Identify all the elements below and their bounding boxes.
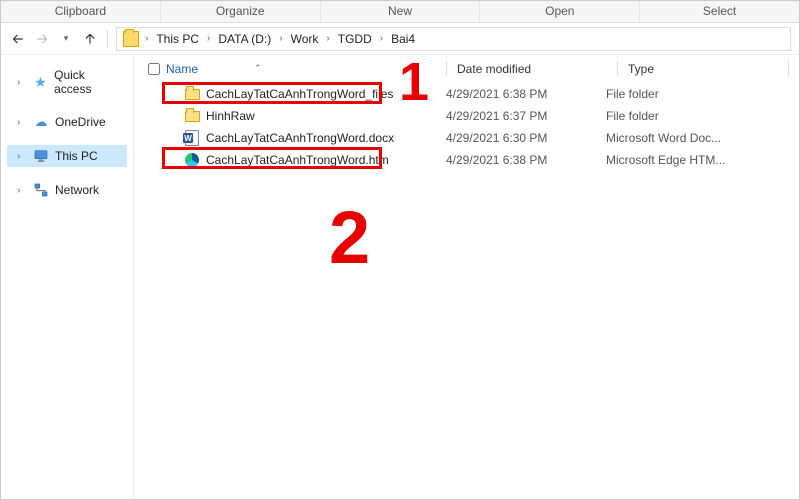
address-bar[interactable]: › This PC › DATA (D:) › Work › TGDD › Ba… <box>116 27 791 51</box>
annotation-number-2: 2 <box>329 195 370 280</box>
network-icon <box>33 182 49 198</box>
select-all-checkbox[interactable] <box>142 63 166 75</box>
column-divider[interactable] <box>788 61 789 77</box>
column-header-type[interactable]: Type <box>628 62 788 76</box>
folder-icon <box>184 86 200 102</box>
breadcrumb-data-d[interactable]: DATA (D:) <box>216 32 273 46</box>
ribbon-tabs: Clipboard Organize New Open Select <box>1 1 799 23</box>
monitor-icon <box>33 148 49 164</box>
file-name: CachLayTatCaAnhTrongWord_files <box>206 87 393 101</box>
column-divider[interactable] <box>446 61 447 77</box>
ribbon-tab-open[interactable]: Open <box>480 1 640 22</box>
sidebar-item-onedrive[interactable]: › ☁ OneDrive <box>7 111 127 133</box>
breadcrumb-work[interactable]: Work <box>289 32 321 46</box>
word-doc-icon <box>184 130 200 146</box>
sidebar-item-label: OneDrive <box>55 115 106 129</box>
chevron-right-icon: › <box>17 77 27 88</box>
file-type: Microsoft Edge HTM... <box>606 153 766 167</box>
file-row[interactable]: CachLayTatCaAnhTrongWord.htm 4/29/2021 6… <box>134 149 799 171</box>
breadcrumb-this-pc[interactable]: This PC <box>154 32 201 46</box>
column-header-date[interactable]: Date modified <box>457 62 617 76</box>
column-header-name[interactable]: Name ⌃ <box>166 62 446 76</box>
ribbon-tab-select[interactable]: Select <box>640 1 799 22</box>
file-name: HinhRaw <box>206 109 255 123</box>
navigation-pane: › ★ Quick access › ☁ OneDrive › This PC … <box>1 55 134 499</box>
sidebar-item-label: Quick access <box>54 68 123 96</box>
divider <box>107 30 108 48</box>
sidebar-item-this-pc[interactable]: › This PC <box>7 145 127 167</box>
up-button[interactable] <box>81 30 99 48</box>
chevron-right-icon: › <box>17 117 27 128</box>
chevron-right-icon[interactable]: › <box>277 33 284 44</box>
file-type: Microsoft Word Doc... <box>606 131 766 145</box>
ribbon-tab-organize[interactable]: Organize <box>161 1 321 22</box>
chevron-right-icon[interactable]: › <box>205 33 212 44</box>
file-date: 4/29/2021 6:37 PM <box>446 109 606 123</box>
file-name: CachLayTatCaAnhTrongWord.docx <box>206 131 394 145</box>
cloud-icon: ☁ <box>33 114 49 130</box>
forward-button[interactable] <box>33 30 51 48</box>
chevron-right-icon: › <box>17 185 27 196</box>
chevron-right-icon[interactable]: › <box>324 33 331 44</box>
file-date: 4/29/2021 6:38 PM <box>446 153 606 167</box>
file-type: File folder <box>606 87 766 101</box>
recent-locations-dropdown[interactable]: ▾ <box>57 30 75 48</box>
star-icon: ★ <box>33 74 48 90</box>
file-row[interactable]: HinhRaw 4/29/2021 6:37 PM File folder <box>134 105 799 127</box>
column-divider[interactable] <box>617 61 618 77</box>
sort-indicator-icon: ⌃ <box>254 63 262 74</box>
sidebar-item-label: Network <box>55 183 99 197</box>
file-date: 4/29/2021 6:30 PM <box>446 131 606 145</box>
file-date: 4/29/2021 6:38 PM <box>446 87 606 101</box>
ribbon-tab-clipboard[interactable]: Clipboard <box>1 1 161 22</box>
file-list-pane: Name ⌃ Date modified Type CachLayTatCaAn… <box>134 55 799 499</box>
file-type: File folder <box>606 109 766 123</box>
column-headers: Name ⌃ Date modified Type <box>134 55 799 83</box>
chevron-right-icon: › <box>17 151 27 162</box>
file-row[interactable]: CachLayTatCaAnhTrongWord_files 4/29/2021… <box>134 83 799 105</box>
navigation-bar: ▾ › This PC › DATA (D:) › Work › TGDD › … <box>1 23 799 55</box>
folder-icon <box>123 31 139 47</box>
sidebar-item-network[interactable]: › Network <box>7 179 127 201</box>
file-name: CachLayTatCaAnhTrongWord.htm <box>206 153 389 167</box>
file-row[interactable]: CachLayTatCaAnhTrongWord.docx 4/29/2021 … <box>134 127 799 149</box>
folder-icon <box>184 108 200 124</box>
breadcrumb-tgdd[interactable]: TGDD <box>336 32 374 46</box>
sidebar-item-quick-access[interactable]: › ★ Quick access <box>7 65 127 99</box>
sidebar-item-label: This PC <box>55 149 98 163</box>
ribbon-tab-new[interactable]: New <box>321 1 481 22</box>
back-button[interactable] <box>9 30 27 48</box>
chevron-right-icon[interactable]: › <box>378 33 385 44</box>
chevron-right-icon[interactable]: › <box>143 33 150 44</box>
column-header-label: Name <box>166 62 198 76</box>
breadcrumb-bai4[interactable]: Bai4 <box>389 32 417 46</box>
edge-html-icon <box>184 152 200 168</box>
